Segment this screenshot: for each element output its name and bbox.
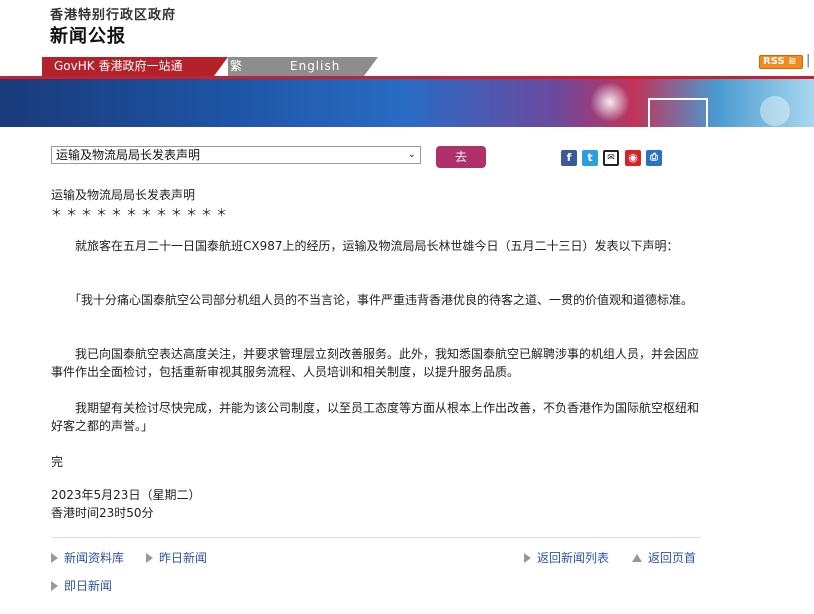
nav-divider-shape <box>214 57 228 76</box>
print-icon[interactable]: ⎙ <box>646 150 662 166</box>
sparkle-icon <box>590 82 630 122</box>
triangle-right-icon <box>51 552 58 563</box>
triangle-up-icon <box>632 553 642 562</box>
page-header: 香港特别行政区政府 新闻公报 GovHK 香港政府一站通 繁體版 English… <box>0 0 814 127</box>
article-end: 完 <box>51 455 64 469</box>
yesterday-link[interactable]: 昨日新闻 <box>146 550 207 566</box>
paragraph-4: 我期望有关检讨尽快完成，并能为该公司制度，以至员工态度等方面从根本上作出改善，不… <box>51 401 700 433</box>
chevron-down-icon: ⌄ <box>407 149 416 160</box>
back-to-list-link[interactable]: 返回新闻列表 <box>524 550 609 566</box>
lang-english-link[interactable]: English <box>290 57 340 76</box>
govhk-link[interactable]: GovHK 香港政府一站通 <box>42 57 214 76</box>
twitter-icon[interactable]: t <box>582 150 598 166</box>
archive-link[interactable]: 新闻资料库 <box>51 550 124 566</box>
triangle-right-icon <box>524 552 531 563</box>
org-name: 香港特别行政区政府 <box>50 8 177 23</box>
triangle-right-icon <box>51 580 58 591</box>
separator: | <box>806 53 811 68</box>
article-title: 运输及物流局局长发表声明 <box>51 188 196 202</box>
article-time: 香港时间23时50分 <box>51 506 154 520</box>
banner-stripe <box>0 76 814 79</box>
header-banner <box>0 76 814 127</box>
mail-icon[interactable]: ✉ <box>603 150 619 166</box>
title-stars: ＊＊＊＊＊＊＊＊＊＊＊＊ <box>51 206 231 219</box>
weibo-icon[interactable]: ◉ <box>625 150 641 166</box>
footer-divider <box>51 537 701 538</box>
nav-divider-shape-2 <box>364 57 378 76</box>
news-select[interactable]: 运输及物流局局长发表声明 ⌄ <box>51 146 421 164</box>
page-title: 新闻公报 <box>50 26 126 47</box>
facebook-icon[interactable]: f <box>561 150 577 166</box>
triangle-right-icon <box>146 552 153 563</box>
rss-icon[interactable]: RSS ≋ <box>759 55 803 69</box>
go-button[interactable]: 去 <box>436 146 486 168</box>
banner-circle <box>760 96 790 126</box>
today-news-link[interactable]: 即日新闻 <box>51 578 112 594</box>
paragraph-3: 我已向国泰航空表达高度关注，并要求管理层立刻改善服务。此外，我知悉国泰航空已解聘… <box>51 347 700 379</box>
paragraph-2: 「我十分痛心国泰航空公司部分机组人员的不当言论，事件严重违背香港优良的待客之道、… <box>51 293 694 307</box>
back-to-top-link[interactable]: 返回页首 <box>632 550 696 566</box>
paragraph-1: 就旅客在五月二十一日国泰航班CX987上的经历，运输及物流局局长林世雄今日（五月… <box>51 239 679 253</box>
article-date: 2023年5月23日（星期二） <box>51 488 201 502</box>
banner-frame <box>648 98 708 127</box>
